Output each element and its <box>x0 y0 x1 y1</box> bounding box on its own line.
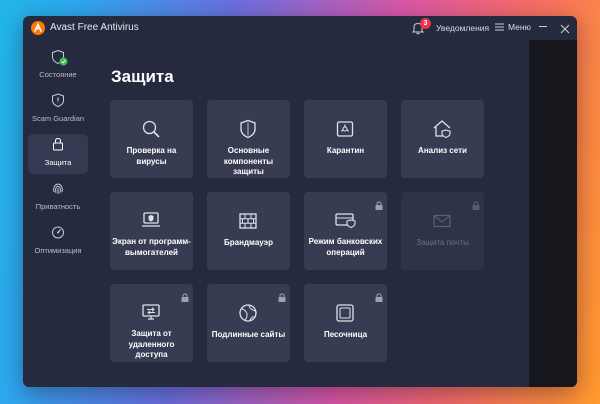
tile-label: Песочница <box>323 330 368 339</box>
tile-label: Брандмауэр <box>224 238 273 247</box>
notifications-label: Уведомления <box>436 23 490 33</box>
sidebar-item-label: Scam Guardian <box>31 114 85 123</box>
app-title: Avast Free Antivirus <box>50 22 139 33</box>
sidebar-item-protection[interactable]: Защита <box>28 134 88 174</box>
tile-remote-access-shield[interactable]: Защита от удаленного доступа <box>110 284 193 362</box>
close-icon <box>560 24 570 34</box>
lock-icon <box>472 197 480 210</box>
sidebar: Состояние Scam Guardian Защита Приватнос… <box>23 40 101 387</box>
tile-sandbox[interactable]: Песочница <box>304 284 387 362</box>
tile-ransomware-shield[interactable]: Экран от программ-вымогателей <box>110 192 193 270</box>
mail-icon <box>432 211 452 231</box>
fingerprint-icon <box>51 181 65 195</box>
lock-icon <box>278 289 286 302</box>
sidebar-item-scam-guardian[interactable]: Scam Guardian <box>28 90 88 130</box>
globe-icon <box>238 303 258 323</box>
sidebar-item-label: Оптимизация <box>34 246 82 255</box>
tile-real-site[interactable]: Подлинные сайты <box>207 284 290 362</box>
scam-guardian-icon <box>51 93 65 108</box>
tile-bank-mode[interactable]: Режим банковских операций <box>304 192 387 270</box>
sidebar-item-status[interactable]: Состояние <box>28 46 88 86</box>
lock-icon <box>375 197 383 210</box>
remote-access-icon <box>141 302 161 322</box>
title-bar: Avast Free Antivirus 3 Уведомления Меню <box>23 16 577 40</box>
ransomware-shield-icon <box>141 210 161 230</box>
tile-label: Экран от программ-вымогателей <box>112 237 191 257</box>
speedometer-icon <box>51 225 65 239</box>
shield-icon <box>238 119 258 139</box>
main-panel: Защита Проверка на вирусы Основные компо… <box>101 40 529 387</box>
sandbox-icon <box>335 303 355 323</box>
app-window: Avast Free Antivirus 3 Уведомления Меню … <box>23 16 577 387</box>
sidebar-item-label: Приватность <box>35 202 81 211</box>
avast-logo-icon <box>31 21 45 35</box>
sidebar-item-privacy[interactable]: Приватность <box>28 178 88 218</box>
menu-label: Меню <box>508 22 531 32</box>
close-button[interactable] <box>560 21 570 34</box>
minimize-button[interactable] <box>539 26 547 27</box>
sidebar-item-label: Защита <box>44 158 72 167</box>
tile-label: Основные компоненты защиты <box>223 146 274 176</box>
tile-label: Анализ сети <box>418 146 467 155</box>
notifications-button[interactable]: 3 Уведомления <box>411 18 490 35</box>
tile-mail-shield[interactable]: Защита почты <box>401 192 484 270</box>
tile-quarantine[interactable]: Карантин <box>304 100 387 178</box>
tile-firewall[interactable]: Брандмауэр <box>207 192 290 270</box>
notifications-badge: 3 <box>420 18 431 29</box>
tile-core-shields[interactable]: Основные компоненты защиты <box>207 100 290 178</box>
magnifier-icon <box>141 119 161 139</box>
sidebar-item-optimization[interactable]: Оптимизация <box>28 222 88 262</box>
tile-label: Подлинные сайты <box>211 330 286 339</box>
bell-icon: 3 <box>411 18 431 35</box>
quarantine-icon <box>335 119 355 139</box>
lock-icon <box>51 137 65 151</box>
page-title: Защита <box>111 67 174 86</box>
home-network-icon <box>432 119 452 139</box>
tile-network-inspector[interactable]: Анализ сети <box>401 100 484 178</box>
tile-label: Проверка на вирусы <box>126 146 177 166</box>
menu-button[interactable]: Меню <box>495 22 531 32</box>
banking-icon <box>335 210 356 230</box>
firewall-icon <box>238 211 258 231</box>
lock-icon <box>181 289 189 302</box>
shield-check-icon <box>51 49 68 66</box>
tile-label: Защита от удаленного доступа <box>128 329 175 359</box>
tile-label: Карантин <box>326 146 365 155</box>
lock-icon <box>375 289 383 302</box>
right-side-panel <box>529 40 577 387</box>
tile-label: Защита почты <box>416 238 469 247</box>
tile-virus-scan[interactable]: Проверка на вирусы <box>110 100 193 178</box>
hamburger-icon <box>495 23 504 31</box>
tile-label: Режим банковских операций <box>308 237 383 257</box>
sidebar-item-label: Состояние <box>39 70 77 79</box>
